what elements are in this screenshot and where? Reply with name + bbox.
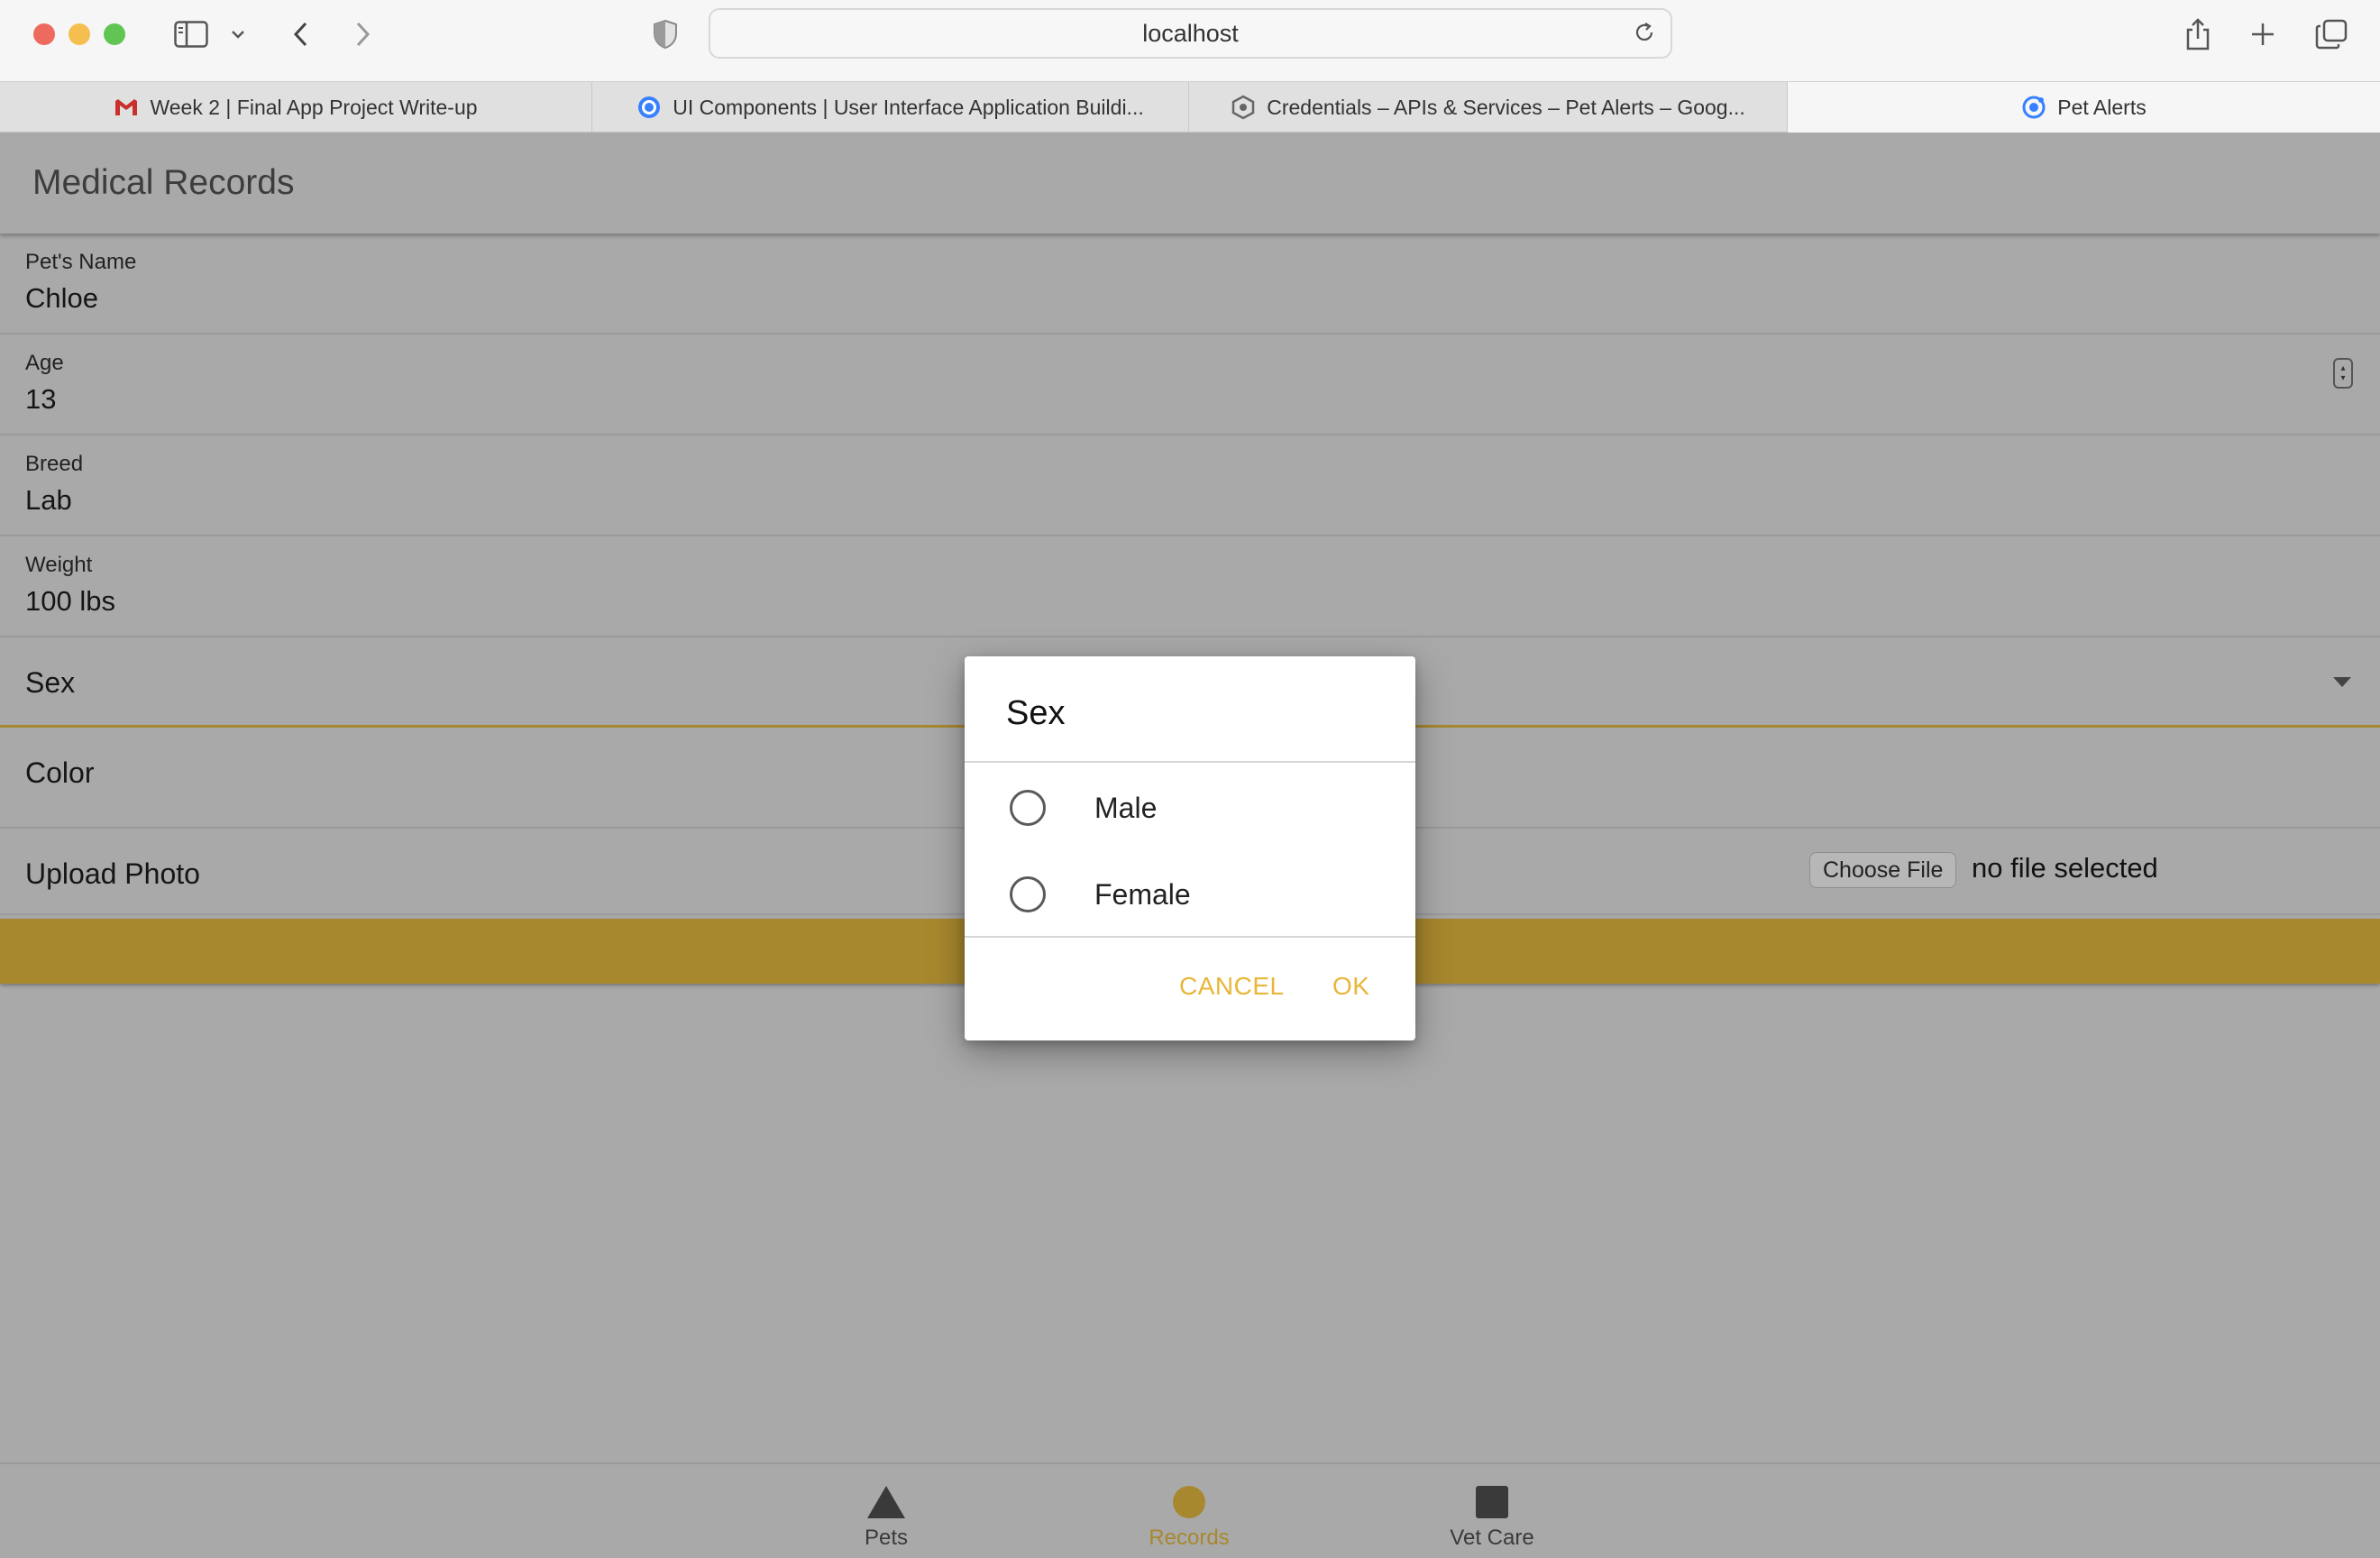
file-status: no file selected bbox=[1972, 852, 2158, 884]
radio-button[interactable] bbox=[1010, 790, 1046, 826]
gcp-icon bbox=[1231, 95, 1256, 120]
pet-name-label: Pet's Name bbox=[25, 250, 137, 274]
radio-button[interactable] bbox=[1010, 876, 1046, 912]
pet-name-field[interactable]: Pet's Name Chloe bbox=[0, 234, 2380, 335]
browser-tab[interactable]: Week 2 | Final App Project Write-up bbox=[0, 82, 592, 133]
dialog-title: Sex bbox=[1006, 694, 1066, 732]
app-header: Medical Records bbox=[0, 133, 2380, 234]
browser-tab-strip: Week 2 | Final App Project Write-up UI C… bbox=[0, 81, 2380, 133]
ionic-icon bbox=[2021, 95, 2046, 120]
tab-vet-care-label: Vet Care bbox=[1450, 1526, 1534, 1550]
url-bar[interactable]: localhost bbox=[709, 8, 1672, 59]
tab-title: Credentials – APIs & Services – Pet Aler… bbox=[1267, 95, 1745, 119]
sex-label: Sex bbox=[25, 666, 76, 699]
option-male[interactable]: Male bbox=[965, 766, 1415, 849]
pet-name-input[interactable]: Chloe bbox=[25, 282, 98, 315]
tab-overview-icon[interactable] bbox=[2313, 16, 2349, 52]
zoom-window-button[interactable] bbox=[104, 23, 125, 45]
browser-tab[interactable]: UI Components | User Interface Applicati… bbox=[592, 82, 1189, 133]
tab-title: UI Components | User Interface Applicati… bbox=[673, 95, 1144, 119]
tab-records[interactable]: Records bbox=[1099, 1464, 1279, 1558]
cancel-button[interactable]: CANCEL bbox=[1179, 972, 1285, 1001]
back-icon[interactable] bbox=[287, 16, 314, 52]
breed-field[interactable]: Breed Lab bbox=[0, 435, 2380, 536]
forward-icon[interactable] bbox=[350, 16, 377, 52]
option-label: Female bbox=[1094, 877, 1191, 911]
divider bbox=[965, 936, 1415, 938]
tab-title: Pet Alerts bbox=[2057, 95, 2147, 119]
circle-icon bbox=[1173, 1484, 1205, 1520]
url-text: localhost bbox=[1142, 19, 1239, 47]
browser-tab[interactable]: Credentials – APIs & Services – Pet Aler… bbox=[1189, 82, 1788, 133]
dropdown-arrow-icon[interactable] bbox=[2333, 677, 2351, 687]
browser-tab-active[interactable]: Pet Alerts bbox=[1788, 82, 2380, 133]
tab-title: Week 2 | Final App Project Write-up bbox=[150, 95, 478, 119]
bottom-tab-bar: Pets Records Vet Care bbox=[0, 1462, 2380, 1558]
reload-icon[interactable] bbox=[1633, 21, 1656, 50]
minimize-window-button[interactable] bbox=[69, 23, 90, 45]
divider bbox=[965, 761, 1415, 763]
new-tab-icon[interactable] bbox=[2247, 16, 2279, 52]
chevron-down-icon[interactable]: ▾ bbox=[2340, 373, 2345, 383]
square-icon bbox=[1476, 1484, 1508, 1520]
age-field[interactable]: Age 13 ▴ ▾ bbox=[0, 335, 2380, 435]
ionic-icon bbox=[636, 95, 662, 120]
tab-pets-label: Pets bbox=[864, 1526, 909, 1550]
weight-field[interactable]: Weight 100 lbs bbox=[0, 536, 2380, 637]
chevron-down-icon[interactable] bbox=[227, 16, 249, 52]
tab-vet-care[interactable]: Vet Care bbox=[1402, 1464, 1582, 1558]
upload-photo-label: Upload Photo bbox=[25, 857, 200, 890]
weight-input[interactable]: 100 lbs bbox=[25, 585, 115, 618]
sidebar-toggle-icon[interactable] bbox=[171, 16, 211, 52]
chevron-up-icon[interactable]: ▴ bbox=[2340, 363, 2345, 373]
tab-pets[interactable]: Pets bbox=[796, 1464, 976, 1558]
privacy-shield-icon[interactable] bbox=[651, 16, 680, 52]
age-label: Age bbox=[25, 351, 64, 375]
triangle-icon bbox=[867, 1484, 905, 1520]
age-input[interactable]: 13 bbox=[25, 383, 56, 416]
sex-picker-dialog: Sex Male Female CANCEL OK bbox=[965, 656, 1415, 1040]
browser-toolbar: localhost bbox=[0, 0, 2380, 81]
age-stepper[interactable]: ▴ ▾ bbox=[2333, 358, 2353, 389]
breed-input[interactable]: Lab bbox=[25, 484, 72, 517]
close-window-button[interactable] bbox=[33, 23, 55, 45]
tab-records-label: Records bbox=[1149, 1526, 1230, 1550]
share-icon[interactable] bbox=[2182, 16, 2214, 52]
ok-button[interactable]: OK bbox=[1332, 972, 1369, 1001]
option-female[interactable]: Female bbox=[965, 853, 1415, 936]
weight-label: Weight bbox=[25, 553, 93, 577]
breed-label: Breed bbox=[25, 452, 84, 476]
color-label: Color bbox=[25, 756, 95, 789]
option-label: Male bbox=[1094, 791, 1158, 824]
gmail-icon bbox=[114, 95, 139, 120]
page-title: Medical Records bbox=[32, 163, 295, 202]
choose-file-button[interactable]: Choose File bbox=[1809, 852, 1957, 888]
